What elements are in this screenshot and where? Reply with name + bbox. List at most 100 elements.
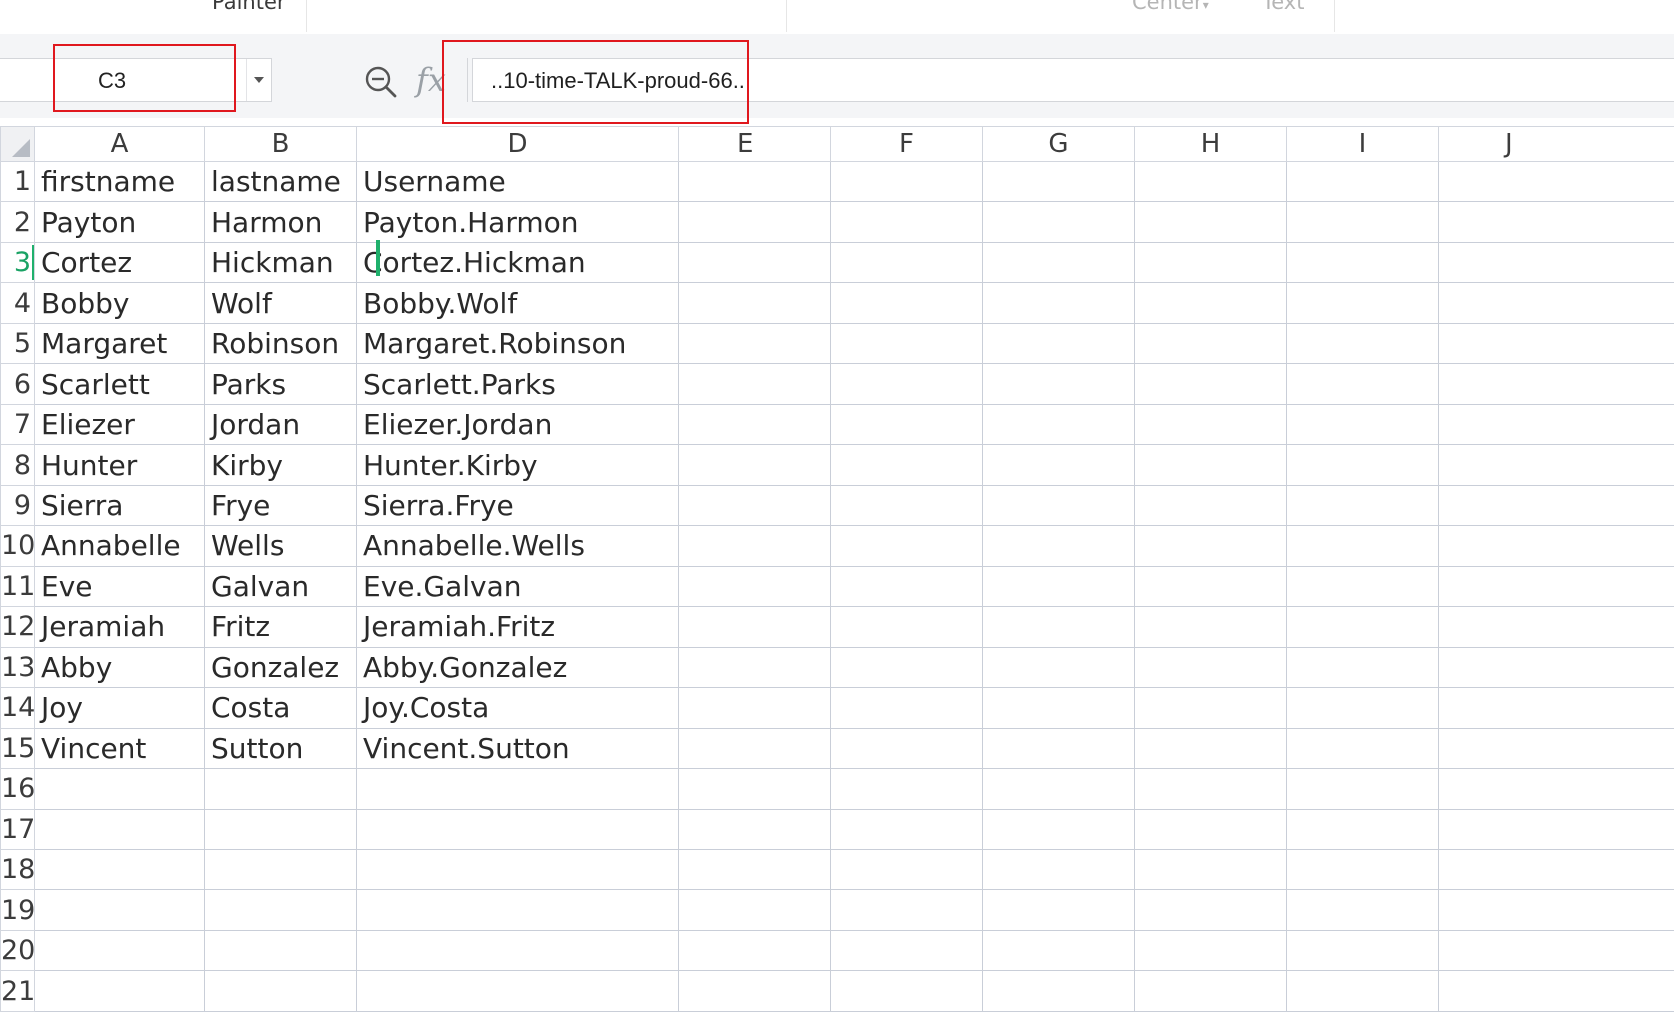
grid-cell[interactable]: Hunter: [34, 444, 205, 486]
grid-cell[interactable]: Gonzalez: [204, 646, 357, 689]
column-header-a[interactable]: A: [34, 126, 205, 162]
grid-cell[interactable]: [678, 848, 831, 891]
grid-cell[interactable]: Jeramiah: [34, 606, 205, 648]
grid-cell[interactable]: Username: [356, 160, 679, 203]
grid-cell[interactable]: [1286, 646, 1439, 689]
grid-cell[interactable]: [830, 606, 983, 648]
merge-center-label[interactable]: Center▾: [1132, 0, 1209, 14]
grid-cell[interactable]: [34, 889, 205, 931]
row-header[interactable]: 20: [0, 929, 35, 972]
grid-cell[interactable]: [1438, 201, 1674, 243]
formula-input[interactable]: ..10-time-TALK-proud-66..: [472, 58, 1674, 102]
grid-cell[interactable]: [1286, 687, 1439, 729]
grid-cell[interactable]: [1134, 363, 1287, 405]
grid-cell[interactable]: [1286, 808, 1439, 850]
grid-cell[interactable]: Bobby.Wolf: [356, 282, 679, 324]
grid-cell[interactable]: Annabelle.Wells: [356, 525, 679, 567]
name-box-dropdown-icon[interactable]: [246, 59, 271, 101]
grid-cell[interactable]: [982, 282, 1135, 324]
grid-cell[interactable]: Wells: [204, 525, 357, 567]
grid-cell[interactable]: [1134, 848, 1287, 891]
grid-cell[interactable]: [1438, 687, 1674, 729]
grid-cell[interactable]: [204, 889, 357, 931]
grid-cell[interactable]: [1438, 768, 1674, 810]
grid-cell[interactable]: [830, 768, 983, 810]
grid-cell[interactable]: [34, 929, 205, 972]
grid-cell[interactable]: [678, 363, 831, 405]
grid-cell[interactable]: Sierra: [34, 484, 205, 527]
grid-cell[interactable]: Abby: [34, 646, 205, 689]
grid-cell[interactable]: [982, 889, 1135, 931]
row-header[interactable]: 8: [0, 444, 35, 486]
row-header[interactable]: 1: [0, 160, 35, 203]
grid-cell[interactable]: [678, 160, 831, 203]
name-box[interactable]: C3: [0, 58, 272, 102]
grid-cell[interactable]: [1438, 444, 1674, 486]
column-header-h[interactable]: H: [1134, 126, 1287, 162]
grid-cell[interactable]: [678, 808, 831, 850]
grid-cell[interactable]: Eve.Galvan: [356, 565, 679, 608]
grid-cell[interactable]: [982, 241, 1135, 284]
grid-cell[interactable]: [1134, 970, 1287, 1012]
grid-cell[interactable]: [1134, 808, 1287, 850]
format-painter-label[interactable]: Painter: [212, 0, 286, 14]
formula-value[interactable]: ..10-time-TALK-proud-66..: [491, 59, 745, 103]
row-header[interactable]: 21: [0, 970, 35, 1012]
grid-cell[interactable]: [34, 970, 205, 1012]
column-header-e[interactable]: E: [678, 126, 831, 162]
grid-cell[interactable]: Eve: [34, 565, 205, 608]
grid-cell[interactable]: [204, 848, 357, 891]
grid-cell[interactable]: Vincent: [34, 727, 205, 770]
column-header-d[interactable]: D: [356, 126, 679, 162]
grid-cell[interactable]: [678, 687, 831, 729]
grid-cell[interactable]: [1286, 565, 1439, 608]
grid-cell[interactable]: [830, 241, 983, 284]
grid-cell[interactable]: Scarlett: [34, 363, 205, 405]
grid-cell[interactable]: [982, 808, 1135, 850]
row-header[interactable]: 6: [0, 363, 35, 405]
grid-cell[interactable]: [1286, 525, 1439, 567]
grid-cell[interactable]: Abby.Gonzalez: [356, 646, 679, 689]
grid-cell[interactable]: [830, 525, 983, 567]
grid-cell[interactable]: [982, 727, 1135, 770]
row-header[interactable]: 11: [0, 565, 35, 608]
grid-cell[interactable]: [830, 687, 983, 729]
grid-cell[interactable]: Payton.Harmon: [356, 201, 679, 243]
grid-cell[interactable]: [204, 929, 357, 972]
grid-cell[interactable]: firstname: [34, 160, 205, 203]
grid-cell[interactable]: [1438, 848, 1674, 891]
grid-cell[interactable]: [1134, 403, 1287, 446]
grid-cell[interactable]: [830, 565, 983, 608]
grid-cell[interactable]: [356, 929, 679, 972]
grid-cell[interactable]: [830, 848, 983, 891]
grid-cell[interactable]: [1134, 606, 1287, 648]
grid-cell[interactable]: [1134, 484, 1287, 527]
grid-cell[interactable]: [678, 444, 831, 486]
row-header[interactable]: 5: [0, 322, 35, 365]
grid-cell[interactable]: [1438, 525, 1674, 567]
grid-cell[interactable]: Eliezer.Jordan: [356, 403, 679, 446]
grid-cell[interactable]: [678, 565, 831, 608]
grid-cell[interactable]: [678, 727, 831, 770]
grid-cell[interactable]: [982, 565, 1135, 608]
row-header[interactable]: 17: [0, 808, 35, 850]
grid-cell[interactable]: [356, 889, 679, 931]
grid-cell[interactable]: [204, 808, 357, 850]
grid-cell[interactable]: Frye: [204, 484, 357, 527]
grid-cell[interactable]: [982, 929, 1135, 972]
grid-cell[interactable]: [678, 282, 831, 324]
grid-cell[interactable]: Margaret.Robinson: [356, 322, 679, 365]
grid-cell[interactable]: [1134, 768, 1287, 810]
grid-cell[interactable]: [982, 606, 1135, 648]
grid-cell[interactable]: [1438, 970, 1674, 1012]
grid-cell[interactable]: [1286, 727, 1439, 770]
grid-cell[interactable]: [1438, 363, 1674, 405]
select-all-corner[interactable]: [0, 126, 35, 162]
grid-cell[interactable]: [1286, 929, 1439, 972]
grid-cell[interactable]: [982, 848, 1135, 891]
grid-cell[interactable]: [356, 970, 679, 1012]
grid-cell[interactable]: [982, 160, 1135, 203]
grid-cell[interactable]: [830, 970, 983, 1012]
grid-cell[interactable]: [1134, 727, 1287, 770]
grid-cell[interactable]: [678, 322, 831, 365]
